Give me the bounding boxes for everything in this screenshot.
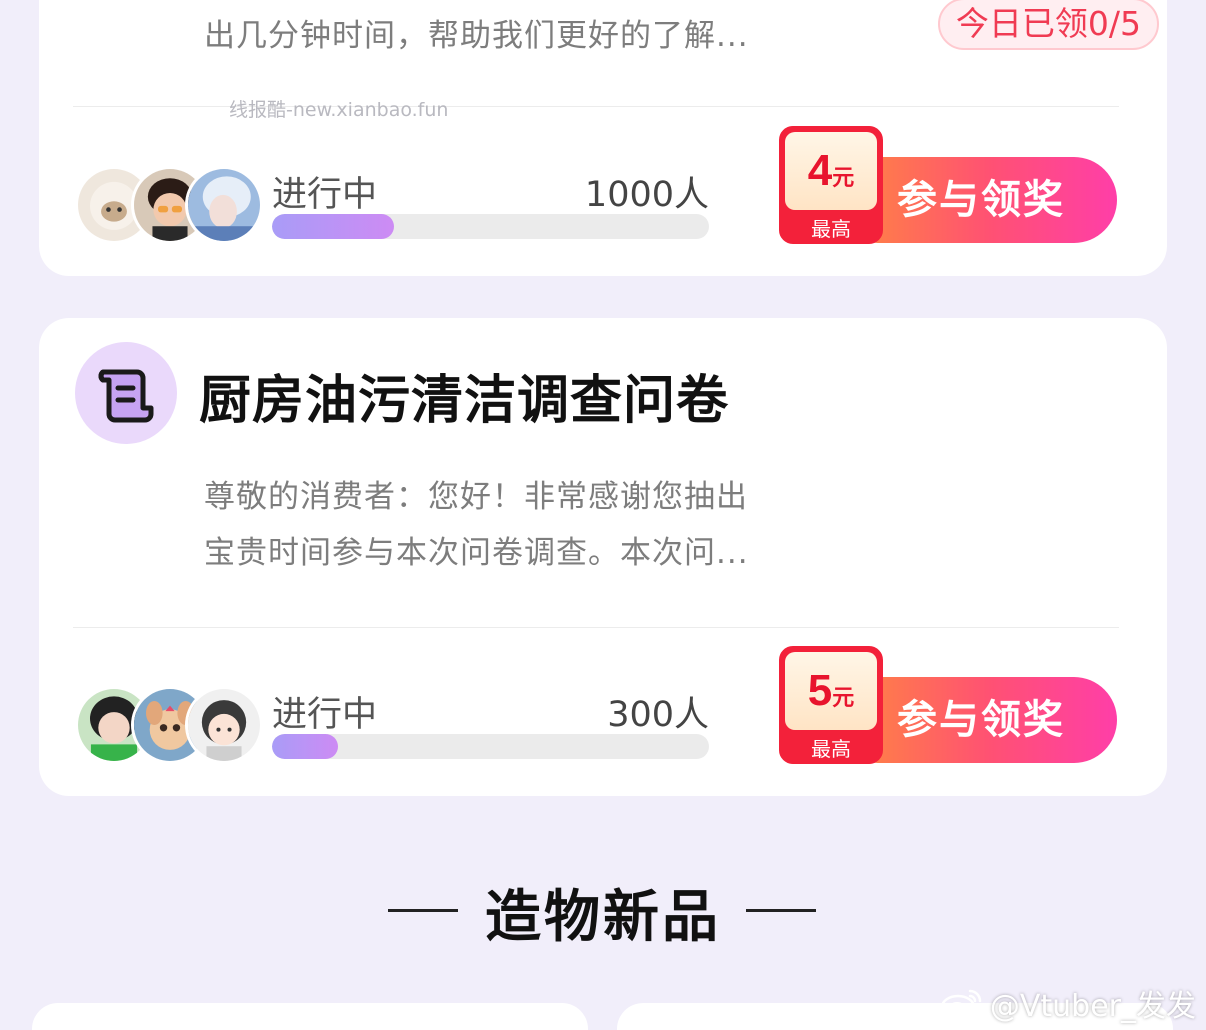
progress-bar: [272, 214, 709, 239]
survey-description-line: 尊敬的消费者：您好！非常感谢您抽出: [204, 479, 748, 515]
section-divider-left: [388, 909, 458, 912]
participant-avatars: [75, 166, 265, 244]
reward-caption: 最高: [811, 739, 851, 761]
reward-amount-tag: 5元 最高: [779, 646, 883, 764]
scroll-document-icon: [75, 342, 177, 444]
join-reward-button[interactable]: 参与领奖 4元 最高: [779, 126, 1117, 244]
survey-card[interactable]: 厨房油污清洁调查问卷 尊敬的消费者：您好！非常感谢您抽出 宝贵时间参与本次问卷调…: [39, 318, 1167, 796]
progress-fill: [272, 734, 338, 759]
weibo-watermark: @Vtuber_发发: [940, 981, 1196, 1025]
reward-amount: 4: [807, 146, 833, 195]
survey-status: 进行中: [272, 175, 378, 215]
survey-status: 进行中: [272, 695, 378, 735]
survey-description-line: 宝贵时间参与本次问卷调查。本次问...: [204, 535, 749, 571]
daily-claim-badge: 今日已领0/5: [937, 0, 1159, 50]
participant-count: 300人: [607, 695, 709, 735]
avatar: [185, 166, 263, 244]
reward-unit: 元: [832, 685, 855, 710]
participant-avatars: [75, 686, 265, 764]
section-header: 造物新品: [0, 872, 1206, 950]
survey-card[interactable]: 今日已领0/5 出几分钟时间，帮助我们更好的了解... 线报酷-new.xian…: [39, 0, 1167, 276]
weibo-logo-icon: [940, 989, 982, 1020]
section-divider-right: [746, 909, 816, 912]
participant-count: 1000人: [584, 175, 709, 215]
reward-amount: 5: [807, 666, 833, 715]
reward-caption: 最高: [811, 219, 851, 241]
section-title: 造物新品: [485, 885, 721, 950]
survey-description-line: 出几分钟时间，帮助我们更好的了解...: [204, 18, 749, 54]
watermark-text: 线报酷-new.xianbao.fun: [229, 99, 449, 121]
join-reward-button[interactable]: 参与领奖 5元 最高: [779, 646, 1117, 764]
weibo-handle: @Vtuber_发发: [989, 989, 1196, 1024]
reward-amount-tag: 4元 最高: [779, 126, 883, 244]
product-card[interactable]: [32, 1003, 588, 1030]
avatar: [185, 686, 263, 764]
progress-bar: [272, 734, 709, 759]
page: 今日已领0/5 出几分钟时间，帮助我们更好的了解... 线报酷-new.xian…: [0, 0, 1206, 1030]
button-label: 参与领奖: [897, 698, 1065, 742]
button-label: 参与领奖: [897, 178, 1065, 222]
divider: [73, 627, 1119, 628]
reward-unit: 元: [832, 165, 855, 190]
progress-fill: [272, 214, 395, 239]
survey-title: 厨房油污清洁调查问卷: [199, 371, 730, 431]
